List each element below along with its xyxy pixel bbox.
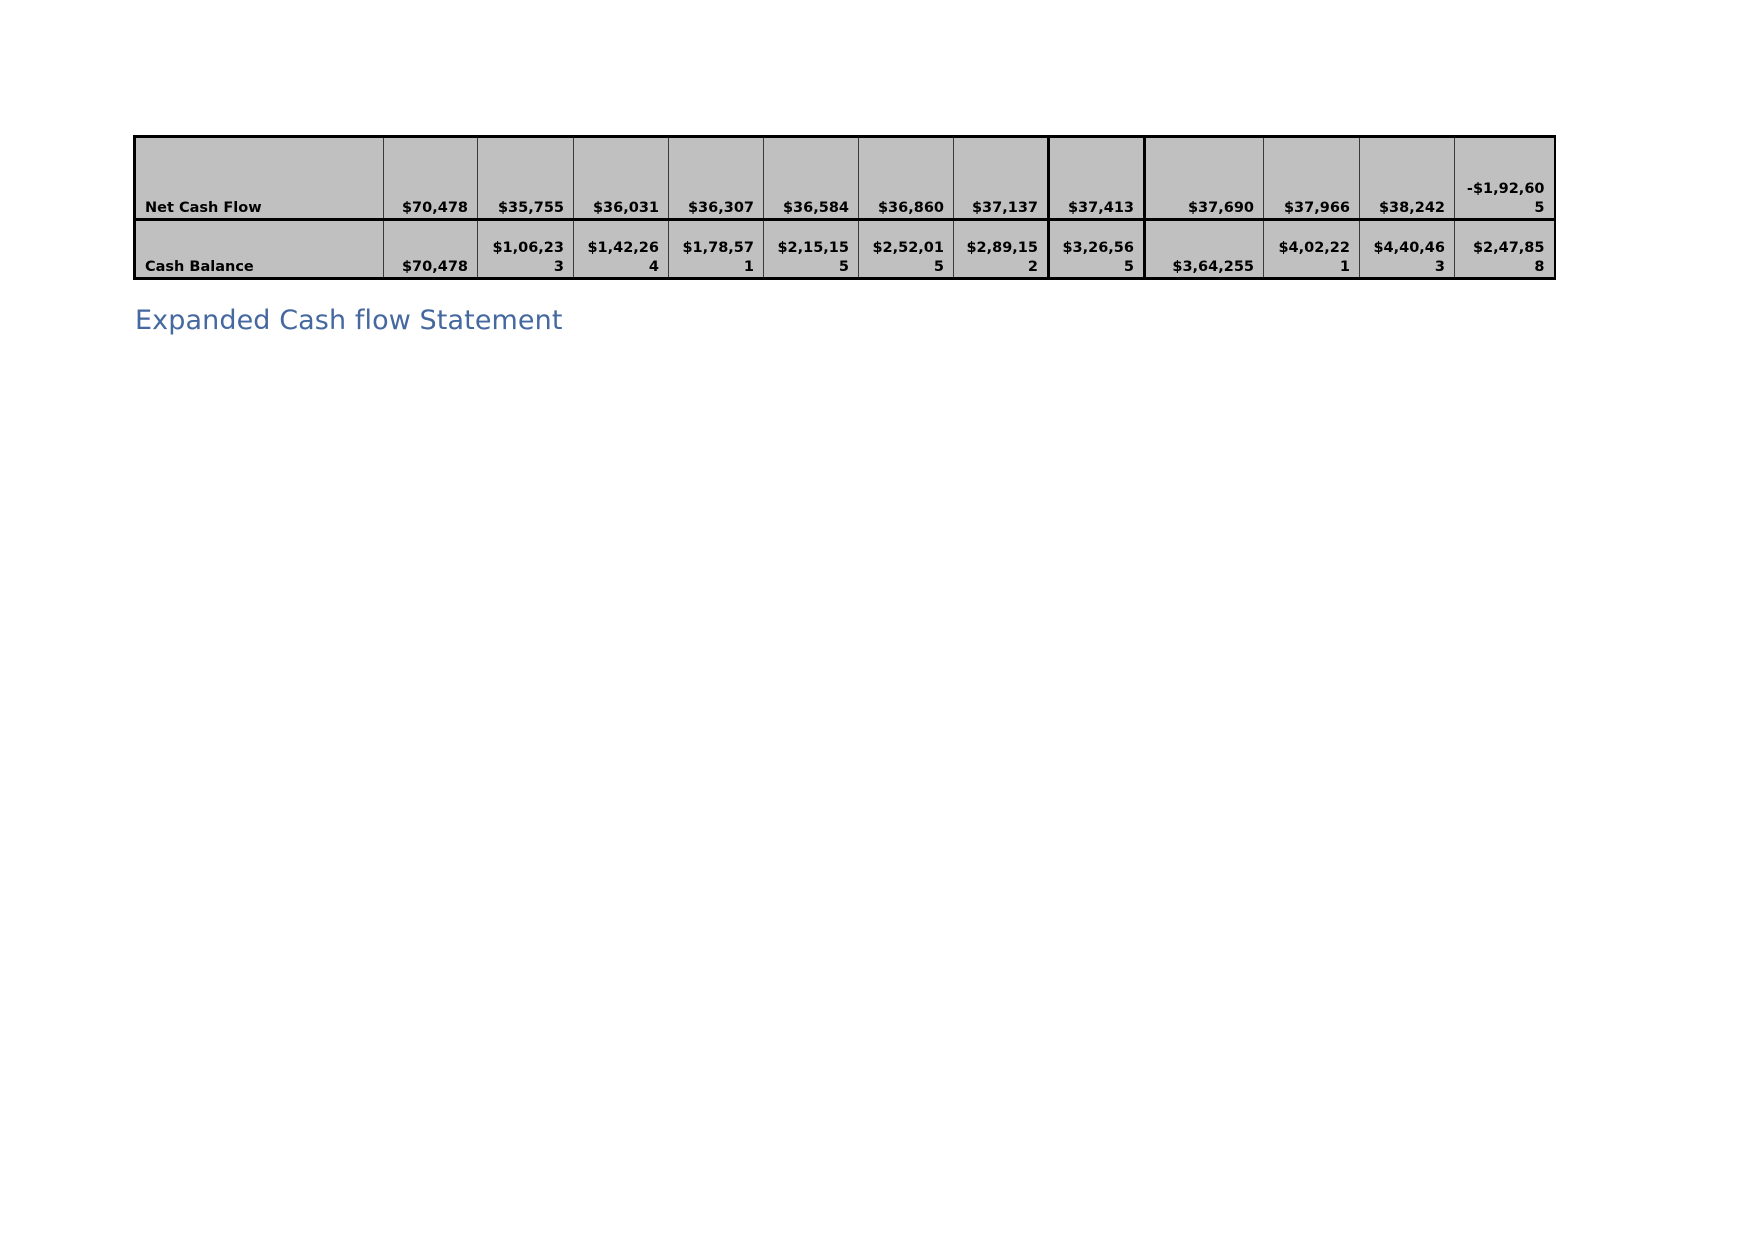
cash-balance-value-4: $1,78,571	[668, 219, 764, 279]
net-cash-flow-value-2: $35,755	[477, 136, 574, 221]
net-cash-flow-value-6: $36,860	[858, 136, 954, 221]
net-cash-flow-value-9: $37,690	[1143, 136, 1264, 221]
cash-balance-value-6: $2,52,015	[858, 219, 954, 279]
net-cash-flow-value-7: $37,137	[953, 136, 1049, 221]
cash-balance-value-7: $2,89,152	[953, 219, 1049, 279]
cash-balance-value-9: $3,64,255	[1143, 219, 1264, 279]
cash-balance-value-1: $70,478	[383, 219, 478, 279]
cash-balance-value-12: $2,47,858	[1454, 219, 1555, 279]
net-cash-flow-value-12: -$1,92,605	[1454, 136, 1555, 221]
cash-balance-value-5: $2,15,155	[763, 219, 859, 279]
cash-balance-value-2: $1,06,233	[477, 219, 574, 279]
cash-balance-value-10: $4,02,221	[1263, 219, 1360, 279]
cash-flow-table-container: Net Cash Flow $70,478 $35,755 $36,031 $3…	[133, 135, 1556, 280]
net-cash-flow-value-10: $37,966	[1263, 136, 1360, 221]
expanded-cash-flow-statement-caption: Expanded Cash flow Statement	[135, 305, 563, 336]
net-cash-flow-value-5: $36,584	[763, 136, 859, 221]
net-cash-flow-value-3: $36,031	[573, 136, 669, 221]
row-label-cash-balance: Cash Balance	[134, 219, 384, 279]
row-label-net-cash-flow: Net Cash Flow	[134, 136, 384, 221]
net-cash-flow-value-8: $37,413	[1047, 136, 1145, 221]
net-cash-flow-value-4: $36,307	[668, 136, 764, 221]
page-root: Net Cash Flow $70,478 $35,755 $36,031 $3…	[0, 0, 1754, 1241]
table-row: Net Cash Flow $70,478 $35,755 $36,031 $3…	[134, 136, 1555, 221]
cash-balance-value-11: $4,40,463	[1359, 219, 1455, 279]
table-row: Cash Balance $70,478 $1,06,233 $1,42,264…	[134, 219, 1555, 279]
cash-flow-summary-table: Net Cash Flow $70,478 $35,755 $36,031 $3…	[133, 135, 1556, 280]
net-cash-flow-value-11: $38,242	[1359, 136, 1455, 221]
net-cash-flow-value-1: $70,478	[383, 136, 478, 221]
cash-balance-value-8: $3,26,565	[1047, 219, 1145, 279]
cash-balance-value-3: $1,42,264	[573, 219, 669, 279]
